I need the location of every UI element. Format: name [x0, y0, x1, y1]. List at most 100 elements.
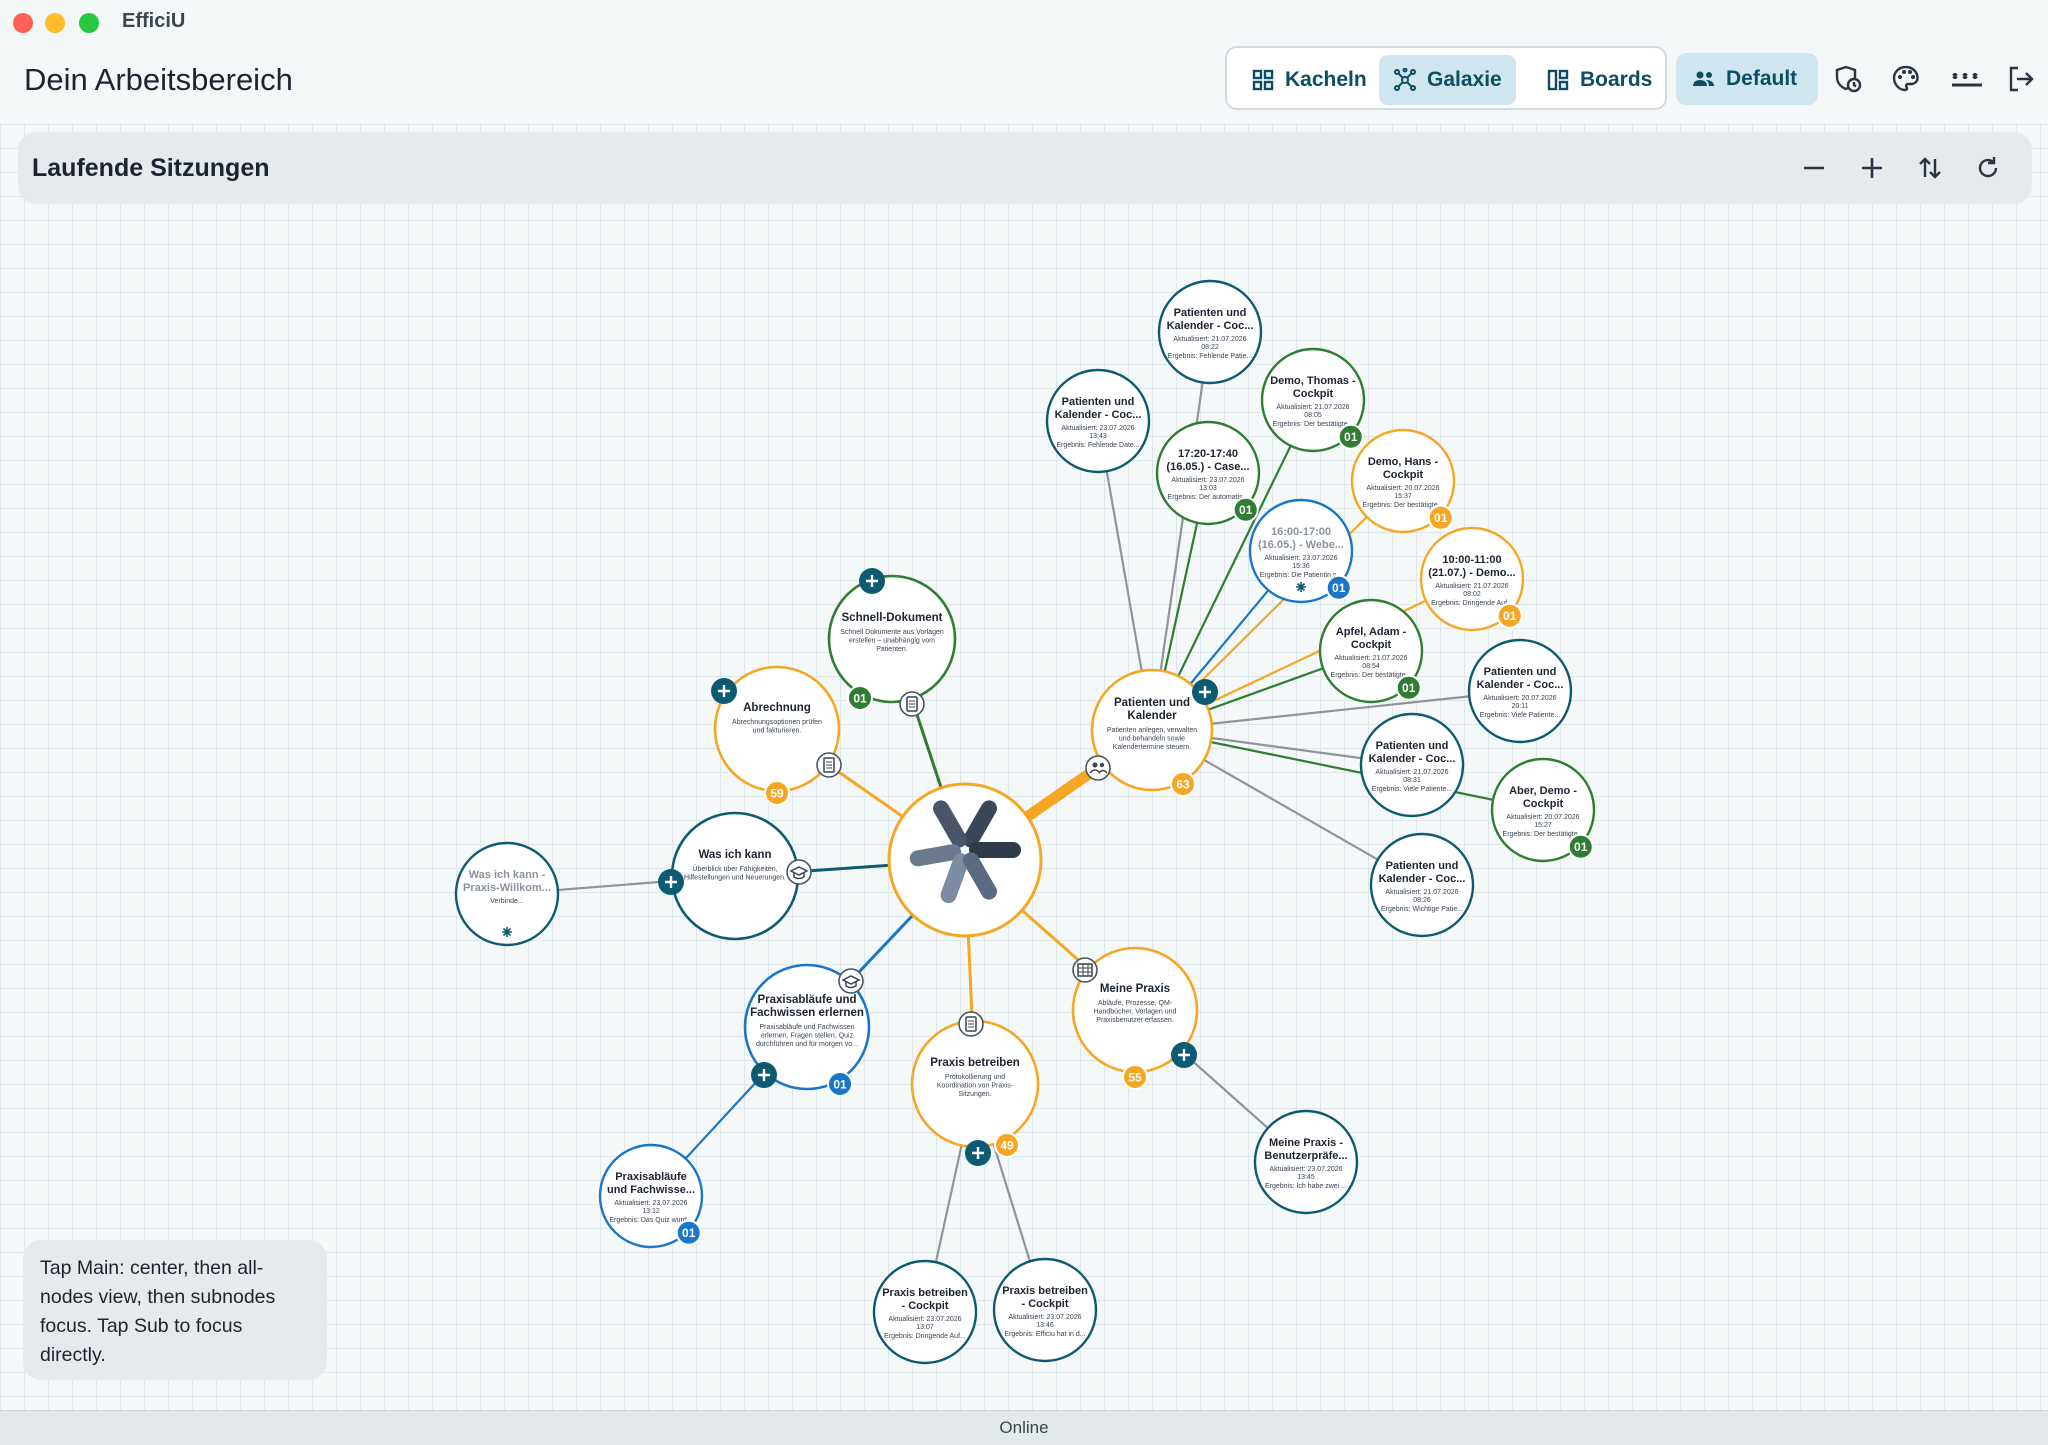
add-session-button[interactable]	[751, 1062, 777, 1088]
session-node[interactable]: Patienten undKalender - Coc... Aktualisie…	[1359, 712, 1465, 818]
session-circle	[1157, 279, 1263, 385]
header: Dein Arbeitsbereich Kacheln Galaxie Boar…	[0, 44, 2048, 124]
session-result: Ergebnis: Dringende Auf...	[1431, 600, 1513, 607]
session-node[interactable]: Was ich kann -Praxis-Willkom... Verbinde.…	[454, 841, 560, 947]
page-title: Dein Arbeitsbereich	[24, 62, 293, 97]
add-session-button[interactable]	[1171, 1042, 1197, 1068]
tab-galaxie[interactable]: Galaxie	[1379, 55, 1516, 105]
category-node-praxisbetreiben[interactable]: Praxis betreiben Protokollierung und Koord…	[910, 1011, 1040, 1166]
users-icon	[1693, 71, 1714, 86]
profile-label: Default	[1726, 67, 1798, 90]
session-title: Patienten und	[1376, 740, 1449, 752]
session-title: und Fachwisse...	[607, 1184, 695, 1196]
session-title: Demo, Hans -	[1368, 456, 1439, 468]
count-badge-label: 49	[1000, 1139, 1014, 1153]
session-node[interactable]: Demo, Hans -Cockpit Aktualisiert: 20.07.2…	[1350, 428, 1456, 534]
add-session-button[interactable]	[1192, 679, 1218, 705]
session-title: Apfel, Adam -	[1336, 626, 1407, 638]
add-session-button[interactable]	[658, 869, 684, 895]
session-result: Ergebnis: Der bestätigte...	[1503, 831, 1584, 838]
session-title: Was ich kann -	[469, 869, 546, 881]
add-session-button[interactable]	[711, 678, 737, 704]
category-description: Protokollierung und	[945, 1074, 1005, 1081]
category-node-abrechnung[interactable]: Abrechnung Abrechnungsoptionen prüfen und …	[711, 665, 842, 806]
category-node-praxisablaeufe[interactable]: Praxisabläufe undFachwissen erlernen Prax…	[743, 963, 871, 1097]
session-node[interactable]: 10:00-11:00(21.07.) - Demo... Aktualisier…	[1419, 526, 1525, 632]
category-description: erstellen – unabhängig vom	[849, 638, 935, 645]
session-circle	[872, 1259, 978, 1365]
loading-spinner-icon	[502, 927, 512, 937]
shield-clock-button[interactable]	[1831, 62, 1865, 96]
graduation-cap-icon-bg	[786, 859, 812, 885]
graduation-cap-icon	[838, 968, 864, 994]
category-description: Schnell Dokumente aus Vorlagen	[840, 629, 944, 636]
session-node[interactable]: Apfel, Adam -Cockpit Aktualisiert: 21.07.…	[1318, 598, 1424, 704]
tab-kacheln[interactable]: Kacheln	[1237, 55, 1381, 105]
session-title: Cockpit	[1351, 639, 1392, 651]
session-title: Kalender - Coc...	[1055, 409, 1142, 421]
session-title: Demo, Thomas -	[1270, 375, 1356, 387]
add-session-button[interactable]	[859, 568, 885, 594]
category-node-wasichkann[interactable]: Was ich kann Überblick über Fähigkeiten, H…	[658, 811, 812, 941]
session-badge-label: 01	[1503, 609, 1517, 623]
session-node[interactable]: Patienten undKalender - Coc... Aktualisie…	[1467, 638, 1573, 744]
session-title: - Cockpit	[901, 1300, 948, 1312]
session-time: 13:43	[1089, 433, 1107, 440]
tab-boards[interactable]: Boards	[1532, 55, 1666, 105]
users-icon	[1085, 755, 1111, 781]
session-title: Praxis betreiben	[1002, 1285, 1088, 1297]
session-updated: Aktualisiert: 23.07.2026	[1269, 1166, 1342, 1173]
password-button[interactable]	[1947, 62, 1987, 96]
session-title: Cockpit	[1383, 469, 1424, 481]
add-session-button[interactable]	[965, 1140, 991, 1166]
title-bar: EfficiU	[0, 0, 2048, 44]
session-node[interactable]: 16:00-17:00(16.05.) - Webe... Aktualisier…	[1248, 498, 1354, 604]
category-description: Praxisbenutzer erfassen.	[1096, 1017, 1173, 1024]
session-updated: Aktualisiert: 21.07.2026	[1435, 583, 1508, 590]
category-title: Patienten und	[1114, 697, 1190, 709]
category-title: Schnell-Dokument	[842, 612, 943, 624]
close-window-button[interactable]	[13, 13, 33, 33]
category-title: Was ich kann	[698, 849, 771, 861]
main-node[interactable]	[887, 782, 1043, 938]
session-node[interactable]: 17:20-17:40(16.05.) - Case... Aktualisier…	[1155, 420, 1261, 526]
session-node[interactable]: Praxis betreiben- Cockpit Aktualisiert: 2…	[992, 1257, 1098, 1363]
count-badge-label: 01	[853, 692, 867, 706]
session-node[interactable]: Praxis betreiben- Cockpit Aktualisiert: 2…	[872, 1259, 978, 1365]
tab-boards-label: Boards	[1580, 68, 1653, 91]
minimize-window-button[interactable]	[45, 13, 65, 33]
session-time: 20:11	[1512, 703, 1529, 710]
galaxy-canvas[interactable]: Laufende Sitzungen Patienten und Kalender…	[0, 124, 2048, 1410]
logout-button[interactable]	[2004, 62, 2038, 96]
category-node-schnell[interactable]: Schnell-Dokument Schnell Dokumente aus Vo…	[827, 568, 957, 717]
session-title: Praxis betreiben	[882, 1287, 968, 1299]
session-node[interactable]: Aber, Demo -Cockpit Aktualisiert: 20.07.2…	[1490, 757, 1596, 863]
category-node-patienten[interactable]: Patienten undKalender Patienten anlegen, …	[1085, 668, 1218, 797]
count-badge-label: 55	[1128, 1071, 1142, 1085]
invoice-icon	[816, 752, 842, 778]
category-description: Kalendertermine steuern.	[1113, 744, 1192, 751]
session-updated: Aktualisiert: 23.07.2026	[1171, 477, 1244, 484]
profile-button[interactable]: Default	[1676, 53, 1818, 105]
session-updated: Verbinde...	[490, 898, 524, 905]
session-badge-label: 01	[682, 1226, 696, 1240]
count-badge-label: 59	[770, 787, 784, 801]
session-node[interactable]: Patienten undKalender - Coc... Aktualisie…	[1157, 279, 1263, 385]
session-node[interactable]: Meine Praxis -Benutzerpräfe... Aktualisie…	[1253, 1109, 1359, 1215]
session-title: Patienten und	[1386, 860, 1459, 872]
session-node[interactable]: Patienten undKalender - Coc... Aktualisie…	[1045, 368, 1151, 474]
tab-galaxie-label: Galaxie	[1427, 68, 1502, 91]
session-node[interactable]: Patienten undKalender - Coc... Aktualisie…	[1369, 832, 1475, 938]
tab-kacheln-label: Kacheln	[1285, 68, 1367, 91]
maximize-window-button[interactable]	[79, 13, 99, 33]
session-node[interactable]: Demo, Thomas -Cockpit Aktualisiert: 21.07…	[1260, 347, 1366, 453]
category-node-meinepraxis[interactable]: Meine Praxis Abläufe, Prozesse, QM- Handbü…	[1071, 946, 1199, 1090]
palette-button[interactable]	[1889, 62, 1923, 96]
hint-box: Tap Main: center, then all-nodes view, t…	[23, 1240, 327, 1380]
session-node[interactable]: Praxisabläufeund Fachwisse... Aktualisier…	[598, 1143, 704, 1249]
clipboard-icon	[958, 1011, 984, 1037]
session-title: Patienten und	[1062, 396, 1135, 408]
category-description: Handbücher, Vorlagen und	[1094, 1009, 1177, 1016]
table-icon	[1072, 957, 1098, 983]
session-title: Patienten und	[1174, 307, 1247, 319]
